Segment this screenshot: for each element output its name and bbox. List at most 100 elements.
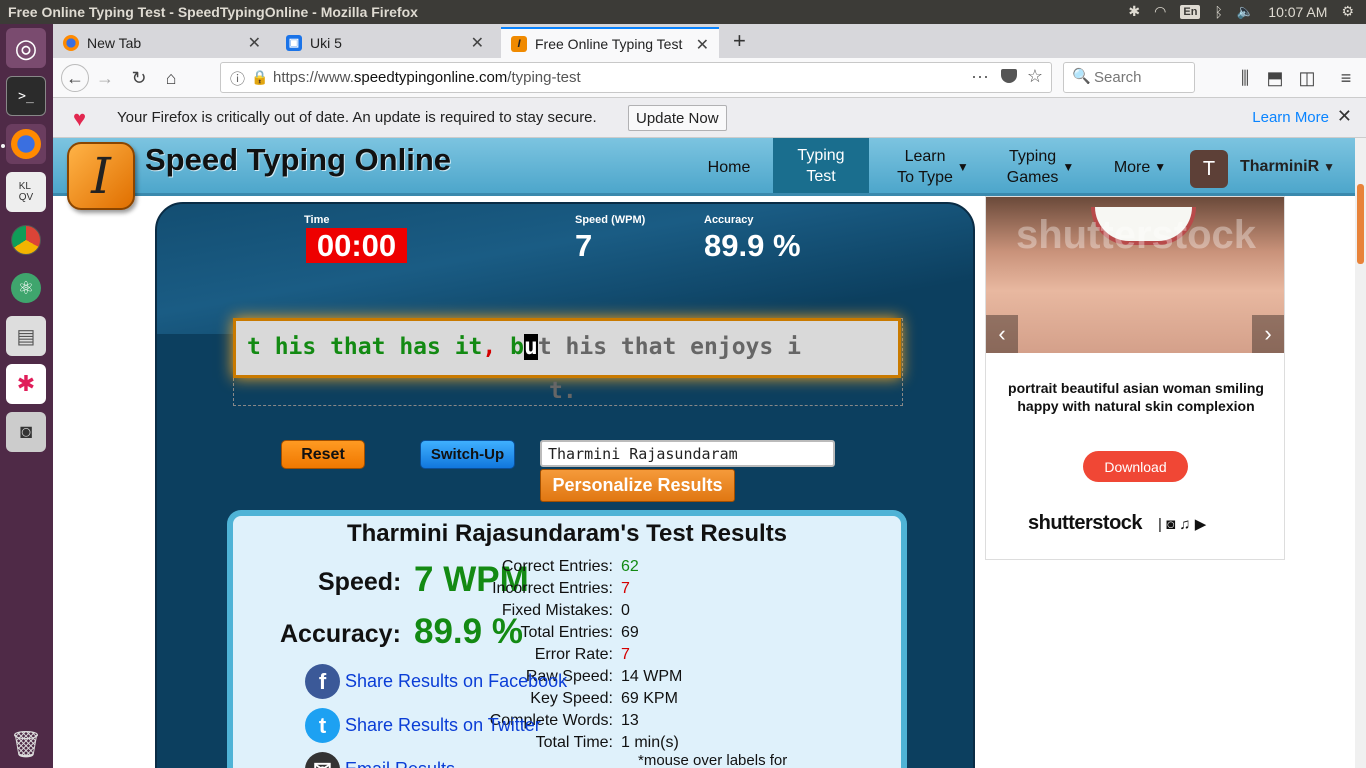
- email-results-link[interactable]: ✉ Email Results: [305, 752, 455, 768]
- atom-icon[interactable]: ⚛: [6, 268, 46, 308]
- avatar[interactable]: T: [1190, 150, 1228, 188]
- speed-label: Speed (WPM): [575, 214, 646, 226]
- speed-result-label: Speed:: [318, 568, 402, 596]
- typing-test-panel: Time 00:00 Speed (WPM) 7 Accuracy 89.9 %…: [155, 202, 975, 768]
- mouseover-note: *mouse over labels for: [638, 752, 788, 768]
- site-name[interactable]: Speed Typing Online: [145, 142, 451, 178]
- personalize-results-button[interactable]: Personalize Results: [540, 469, 735, 502]
- camera-app-icon[interactable]: ◙: [6, 412, 46, 452]
- nav-typing-test[interactable]: Typing Test: [773, 138, 869, 193]
- new-tab-plus-icon[interactable]: +: [733, 28, 746, 54]
- nav-learn-to-type[interactable]: Learn To Type ▼: [883, 138, 983, 196]
- chevron-left-icon[interactable]: ‹: [986, 315, 1018, 353]
- settings-gear-icon[interactable]: ⚙: [1341, 3, 1354, 20]
- page-scrollbar[interactable]: [1355, 138, 1366, 768]
- web-page: Speed Typing Online Home Typing Test Lear…: [53, 138, 1355, 768]
- slack-tray-icon[interactable]: ✱: [1128, 3, 1140, 20]
- speedtyping-favicon-icon: I: [511, 35, 527, 52]
- sidebar-icon[interactable]: ◫: [1295, 66, 1319, 90]
- name-input[interactable]: Tharmini Rajasundaram: [540, 440, 835, 467]
- chevron-down-icon: ▼: [1062, 159, 1075, 174]
- chevron-down-icon: ▼: [1323, 160, 1336, 174]
- results-box: Tharmini Rajasundaram's Test Results Spe…: [227, 510, 907, 768]
- browser-tab-bar: New Tab ✕ ▣ Uki 5 ✕ I Free Online Typing…: [53, 24, 1366, 58]
- page-actions-icon[interactable]: ···: [971, 66, 989, 87]
- site-info-icon[interactable]: ⓘ: [230, 68, 245, 89]
- file-manager-icon[interactable]: ▤: [6, 316, 46, 356]
- reset-button[interactable]: Reset: [281, 440, 365, 469]
- tab-uki-5[interactable]: ▣ Uki 5 ✕: [276, 27, 494, 58]
- ad-media-icons: | ◙ ♫ ▶: [1158, 516, 1207, 533]
- close-notification-icon[interactable]: ✕: [1337, 106, 1352, 127]
- update-notification-bar: ♥ Your Firefox is critically out of date…: [53, 98, 1366, 138]
- terminal-icon[interactable]: >_: [6, 76, 46, 116]
- clock[interactable]: 10:07 AM: [1268, 4, 1327, 20]
- share-facebook-link[interactable]: f Share Results on Facebook: [305, 664, 567, 699]
- keyboard-app-icon[interactable]: KL QV: [6, 172, 46, 212]
- library-icon[interactable]: ⫼: [1233, 66, 1257, 90]
- lock-icon[interactable]: 🔒: [251, 69, 268, 86]
- speed-value: 7: [575, 228, 593, 263]
- home-icon[interactable]: ⌂: [159, 66, 183, 90]
- window-title: Free Online Typing Test - SpeedTypingOnl…: [8, 4, 418, 20]
- nav-more[interactable]: More ▼: [1105, 138, 1175, 196]
- unity-launcher: ◎ >_ KL QV ⚛ ▤ ✱ ◙ 🗑: [0, 24, 53, 768]
- update-now-button[interactable]: Update Now: [628, 105, 727, 131]
- firefox-icon[interactable]: [6, 124, 46, 164]
- heart-pulse-icon: ♥: [73, 106, 87, 131]
- forward-arrow-icon[interactable]: →: [93, 66, 117, 90]
- reload-icon[interactable]: ↻: [127, 66, 151, 90]
- hamburger-menu-icon[interactable]: ≡: [1334, 66, 1358, 90]
- ad-image[interactable]: shutterstock: [986, 197, 1284, 353]
- typing-text-line[interactable]: t his that has it, but his that enjoys i: [233, 318, 901, 378]
- close-tab-icon[interactable]: ✕: [248, 33, 261, 53]
- close-tab-icon[interactable]: ✕: [471, 33, 484, 53]
- bookmark-star-icon[interactable]: ☆: [1027, 66, 1043, 87]
- email-icon: ✉: [305, 752, 340, 768]
- firefox-favicon-icon: [63, 34, 79, 51]
- tab-label: New Tab: [87, 34, 142, 51]
- share-twitter-link[interactable]: t Share Results on Twitter: [305, 708, 541, 743]
- url-bar[interactable]: ⓘ 🔒 https://www.speedtypingonline.com/ty…: [220, 62, 1052, 93]
- ubuntu-dash-icon[interactable]: ◎: [6, 28, 46, 68]
- search-icon: 🔍: [1072, 68, 1091, 85]
- close-tab-icon[interactable]: ✕: [696, 35, 709, 55]
- user-menu[interactable]: TharminiR ▼: [1240, 158, 1335, 176]
- scrollbar-thumb[interactable]: [1357, 184, 1364, 264]
- bluetooth-icon[interactable]: ᛒ: [1214, 4, 1222, 20]
- chrome-icon[interactable]: [6, 220, 46, 260]
- twitter-icon: t: [305, 708, 340, 743]
- learn-more-link[interactable]: Learn More: [1252, 109, 1329, 126]
- os-top-panel: Free Online Typing Test - SpeedTypingOnl…: [0, 0, 1366, 24]
- results-title: Tharmini Rajasundaram's Test Results: [346, 520, 788, 547]
- wifi-icon[interactable]: ◠: [1154, 3, 1166, 20]
- tab-label: Free Online Typing Test: [535, 35, 683, 52]
- back-arrow-icon[interactable]: ←: [61, 64, 89, 92]
- accuracy-label: Accuracy: [704, 214, 754, 226]
- chevron-down-icon: ▼: [1154, 159, 1167, 174]
- volume-icon[interactable]: 🔈: [1237, 3, 1254, 20]
- search-input[interactable]: 🔍 Search: [1063, 62, 1195, 93]
- chevron-right-icon[interactable]: ›: [1252, 315, 1284, 353]
- timer-display: 00:00: [306, 228, 407, 263]
- download-button[interactable]: Download: [1083, 451, 1188, 482]
- keyboard-layout-indicator[interactable]: En: [1180, 4, 1201, 19]
- pocket-icon[interactable]: [1001, 69, 1017, 83]
- accuracy-value: 89.9 %: [704, 228, 801, 263]
- accuracy-result-label: Accuracy:: [280, 620, 401, 648]
- shutterstock-ad[interactable]: shutterstock ‹ › portrait beautiful asia…: [985, 196, 1285, 560]
- nav-home[interactable]: Home: [693, 138, 765, 196]
- url-text[interactable]: https://www.speedtypingonline.com/typing…: [273, 69, 581, 86]
- tab-typing-test[interactable]: I Free Online Typing Test ✕: [501, 27, 719, 58]
- ad-description: portrait beautiful asian woman smiling h…: [1008, 380, 1264, 414]
- tab-new-tab[interactable]: New Tab ✕: [53, 27, 271, 58]
- notification-message: Your Firefox is critically out of date. …: [117, 109, 597, 126]
- typing-text-wrap: t.: [549, 378, 577, 404]
- site-logo[interactable]: I: [67, 142, 135, 210]
- nav-typing-games[interactable]: Typing Games ▼: [998, 138, 1083, 196]
- slack-icon[interactable]: ✱: [6, 364, 46, 404]
- active-indicator: [1, 144, 5, 148]
- trash-icon[interactable]: 🗑: [6, 724, 46, 764]
- switch-up-button[interactable]: Switch-Up: [420, 440, 515, 469]
- downloads-icon[interactable]: ⬒: [1263, 66, 1287, 90]
